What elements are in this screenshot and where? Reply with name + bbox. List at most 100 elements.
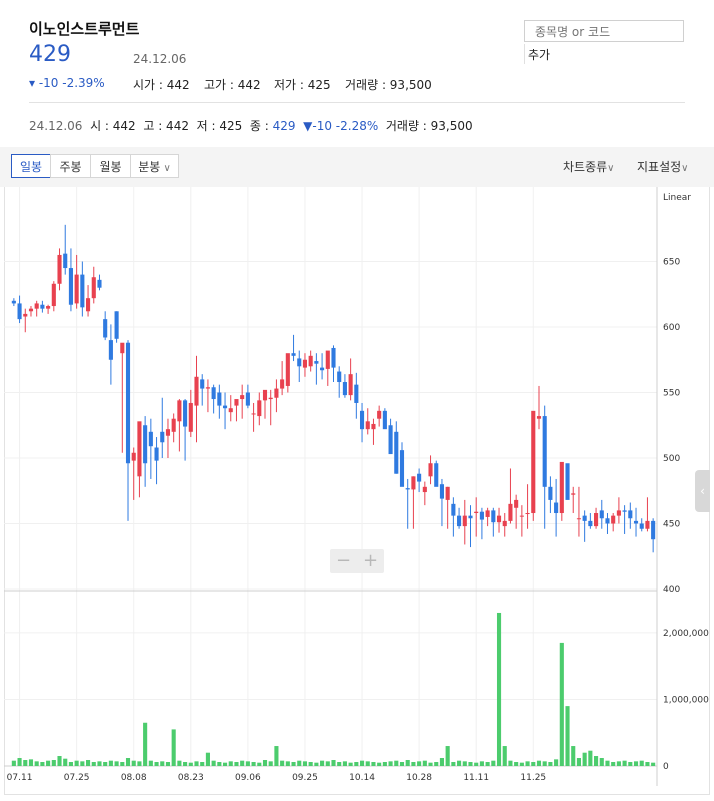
volume-bar: [222, 762, 228, 766]
candle-body: [131, 452, 136, 461]
candle-body: [514, 499, 519, 508]
candle-body: [51, 283, 56, 307]
volume-bar: [28, 759, 34, 766]
candle-body: [217, 392, 222, 406]
volume-bar: [479, 761, 484, 766]
candle-body: [262, 389, 268, 401]
candle-body: [554, 502, 559, 514]
indicator-settings-dropdown[interactable]: 지표설정∨: [637, 158, 689, 175]
candle-body: [491, 510, 496, 523]
volume-bar: [131, 760, 136, 766]
volume-bar: [462, 761, 467, 766]
volume-bar: [234, 762, 239, 766]
volume-bar: [331, 760, 336, 766]
volume-bar: [51, 760, 56, 766]
candle-body: [519, 515, 524, 517]
zoom-out-button[interactable]: −: [330, 549, 357, 573]
candle-body: [468, 515, 473, 519]
volume-bar: [399, 762, 405, 766]
open-label: 시가: [133, 78, 156, 92]
volume-bar: [97, 761, 102, 766]
candle-body: [86, 298, 91, 312]
volume-bar: [154, 762, 159, 766]
volume-bar: [205, 752, 210, 766]
stock-search-box[interactable]: [524, 20, 684, 42]
candle-body: [297, 358, 302, 367]
candle-body: [354, 384, 359, 403]
price-tick-label: 450: [663, 520, 680, 530]
tab-monthly[interactable]: 월봉: [90, 154, 131, 178]
volume-bar: [80, 761, 85, 766]
candle-body: [80, 274, 85, 308]
volume-bar: [183, 762, 188, 766]
candle-body: [651, 520, 656, 540]
volume-bar: [554, 759, 559, 766]
candle-body: [371, 423, 376, 430]
open-value: 442: [166, 78, 190, 92]
candle-body: [525, 513, 530, 515]
candle-body: [57, 254, 62, 284]
candle-body: [428, 463, 433, 477]
candle-body: [462, 515, 467, 527]
candle-body: [148, 431, 153, 447]
candle-body: [531, 410, 536, 514]
x-tick-label: 07.25: [64, 773, 90, 783]
volume-bar: [531, 762, 536, 766]
candle-body: [576, 518, 581, 520]
candle-body: [548, 486, 553, 500]
candle-body: [365, 421, 370, 430]
candle-body: [171, 418, 176, 432]
candle-body: [234, 399, 239, 406]
tab-daily[interactable]: 일봉: [11, 154, 51, 178]
candle-body: [611, 515, 616, 524]
volume-bar: [428, 762, 433, 766]
volume-bar: [262, 760, 268, 766]
candle-body: [388, 425, 393, 455]
volume-bar: [165, 762, 171, 766]
candle-body: [280, 379, 285, 389]
side-panel-toggle[interactable]: ‹: [695, 470, 710, 512]
candle-body: [628, 510, 633, 519]
volume-bar: [268, 761, 273, 766]
candle-body: [97, 279, 102, 288]
tab-monthly-label: 월봉: [99, 160, 122, 174]
candle-body: [331, 347, 336, 368]
candle-body: [74, 274, 79, 304]
volume-bar: [622, 760, 627, 766]
volume-bar: [217, 762, 222, 766]
volume-bar: [348, 762, 353, 766]
candle-body: [479, 511, 484, 520]
add-button[interactable]: 추가: [528, 46, 550, 63]
volume-bar: [519, 762, 524, 766]
volume-bar: [194, 761, 199, 766]
candle-body: [200, 379, 205, 389]
tab-weekly[interactable]: 주봉: [50, 154, 91, 178]
stock-chart[interactable]: 07.11 07.25 08.08 08.23 09.06 09.25 10.14 10.28…: [4, 187, 710, 795]
volume-bar: [616, 761, 621, 766]
price-tick-label: 550: [663, 389, 680, 399]
summary-close-label: 종 :: [249, 119, 273, 133]
volume-bar: [211, 760, 216, 766]
candle-body: [114, 311, 119, 339]
candle-body: [120, 342, 125, 354]
candle-body: [639, 523, 644, 529]
x-tick-label: 10.14: [349, 773, 375, 783]
volume-bar: [559, 642, 564, 766]
candle-body: [137, 421, 142, 477]
stock-name: 이노인스트루먼트: [29, 20, 140, 38]
candle-body: [291, 353, 296, 356]
volume-bar: [525, 761, 530, 766]
tab-minute[interactable]: 분봉 ∨: [130, 154, 179, 178]
x-tick-label: 08.08: [121, 773, 147, 783]
volume-bar: [125, 758, 131, 766]
chart-type-dropdown[interactable]: 차트종류∨: [563, 158, 615, 175]
stock-search-input[interactable]: [525, 22, 683, 42]
candle-body: [382, 410, 387, 430]
candle-body: [46, 306, 51, 309]
candle-body: [605, 518, 610, 524]
volume-bar: [514, 762, 519, 766]
high-label: 고가: [204, 78, 227, 92]
candle-body: [399, 450, 405, 487]
volume-bar: [422, 760, 427, 766]
zoom-in-button[interactable]: +: [357, 549, 384, 573]
